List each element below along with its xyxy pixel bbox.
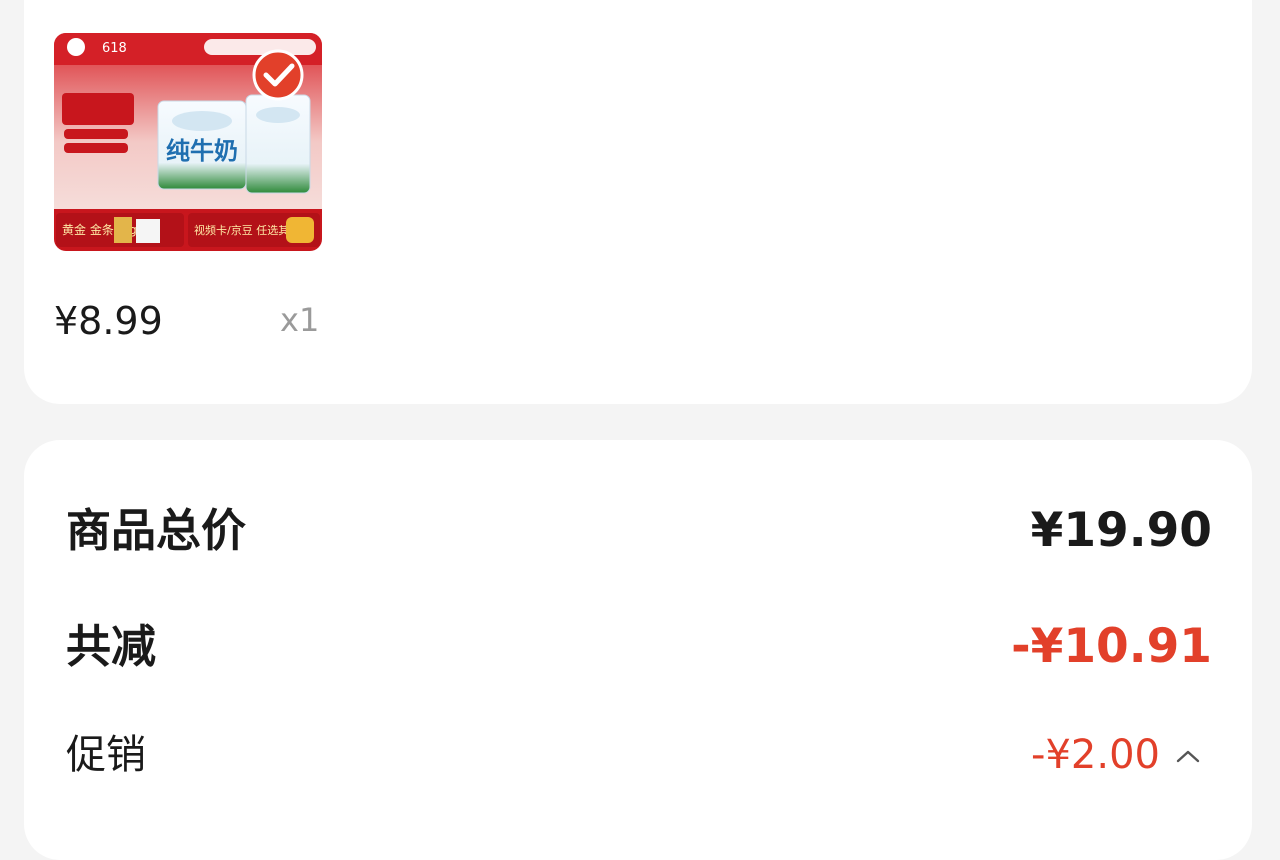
total-reduction-label: 共减 [66, 619, 157, 673]
product-price: ¥8.99 [54, 299, 163, 343]
event-badge-text: 618 [102, 41, 127, 56]
total-price-value: ¥19.90 [1030, 502, 1212, 558]
order-summary-card: 商品总价 ¥19.90 共减 -¥10.91 促销 -¥2.00 [24, 440, 1252, 860]
promotion-label: 促销 [66, 732, 146, 778]
product-image[interactable]: 618 纯牛奶 黄金 金条10g 视频卡/京豆 任选其一 [54, 33, 322, 251]
check-circle-icon [252, 49, 304, 101]
total-price-row: 商品总价 ¥19.90 [66, 502, 1212, 558]
promotion-row[interactable]: 促销 -¥2.00 [66, 730, 1212, 780]
total-reduction-value: -¥10.91 [1011, 618, 1212, 674]
promotion-value-group[interactable]: -¥2.00 [1031, 735, 1212, 775]
product-title-text: 纯牛奶 [166, 137, 238, 165]
total-price-label: 商品总价 [66, 503, 247, 557]
chevron-up-icon[interactable] [1176, 748, 1200, 763]
product-card: 618 纯牛奶 黄金 金条10g 视频卡/京豆 任选其一 ¥8.99 x1 [24, 0, 1252, 404]
total-reduction-row: 共减 -¥10.91 [66, 618, 1212, 674]
promotion-value: -¥2.00 [1031, 732, 1160, 778]
bottom-right-text: 视频卡/京豆 任选其一 [194, 223, 300, 237]
product-quantity: x1 [280, 301, 320, 339]
